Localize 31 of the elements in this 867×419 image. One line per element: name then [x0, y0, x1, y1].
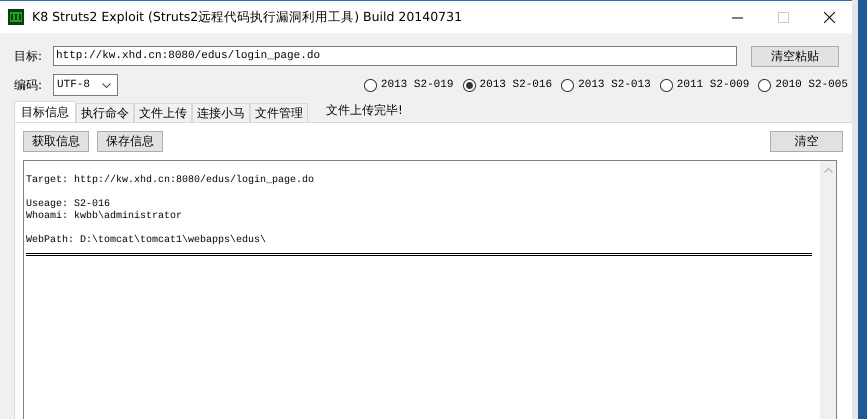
- tab[interactable]: 文件上传: [134, 103, 192, 122]
- clear-button[interactable]: 清空: [770, 131, 843, 152]
- output-line: WebPath: D:\tomcat\tomcat1\webapps\edus\: [26, 235, 268, 247]
- tab[interactable]: 连接小马: [192, 103, 250, 122]
- window-title: K8 Struts2 Exploit (Struts2远程代码执行漏洞利用工具) Build 20140731: [32, 8, 462, 26]
- tab[interactable]: 文件管理: [250, 103, 308, 122]
- status-text: 文件上传完毕!: [326, 102, 403, 119]
- encoding-dropdown[interactable]: UTF-8: [53, 74, 118, 96]
- action-button[interactable]: 保存信息: [97, 131, 163, 152]
- url-field[interactable]: http://kw.xhd.cn:8080/edus/login_page.do: [53, 46, 737, 66]
- target-label: 目标:: [14, 48, 44, 64]
- version-radio[interactable]: 2011 S2-009: [660, 78, 750, 92]
- output-textarea[interactable]: Target: http://kw.xhd.cn:8080/edus/login_page.do Useage: S2-016 Whoami: kwbb\administrator WebPath: D:\tomcat\tomcat1\webapps\edus\: [23, 160, 837, 419]
- app-logo-icon: [8, 9, 24, 25]
- version-radio[interactable]: 2013 S2-013: [561, 78, 651, 92]
- output-line: Useage: S2-016: [26, 199, 112, 210]
- scroll-up-icon[interactable]: [824, 167, 832, 173]
- output-line: Target: http://kw.xhd.cn:8080/edus/login_page.do: [26, 175, 316, 187]
- tab[interactable]: 目标信息: [14, 101, 76, 122]
- tab[interactable]: 执行命令: [76, 103, 134, 122]
- version-radio[interactable]: 2010 S2-005: [758, 78, 848, 92]
- action-button[interactable]: 获取信息: [23, 131, 89, 152]
- clear-paste-button[interactable]: 清空粘贴: [751, 46, 839, 66]
- scrollbar[interactable]: [820, 161, 836, 419]
- close-icon: [824, 12, 834, 22]
- encoding-label: 编码:: [14, 76, 44, 94]
- chevron-down-icon: [102, 82, 111, 88]
- version-radio[interactable]: 2013 S2-019: [364, 78, 454, 92]
- version-radio[interactable]: 2013 S2-016: [462, 78, 552, 92]
- maximize-icon: [778, 12, 788, 22]
- output-line: Whoami: kwbb\administrator: [26, 211, 184, 223]
